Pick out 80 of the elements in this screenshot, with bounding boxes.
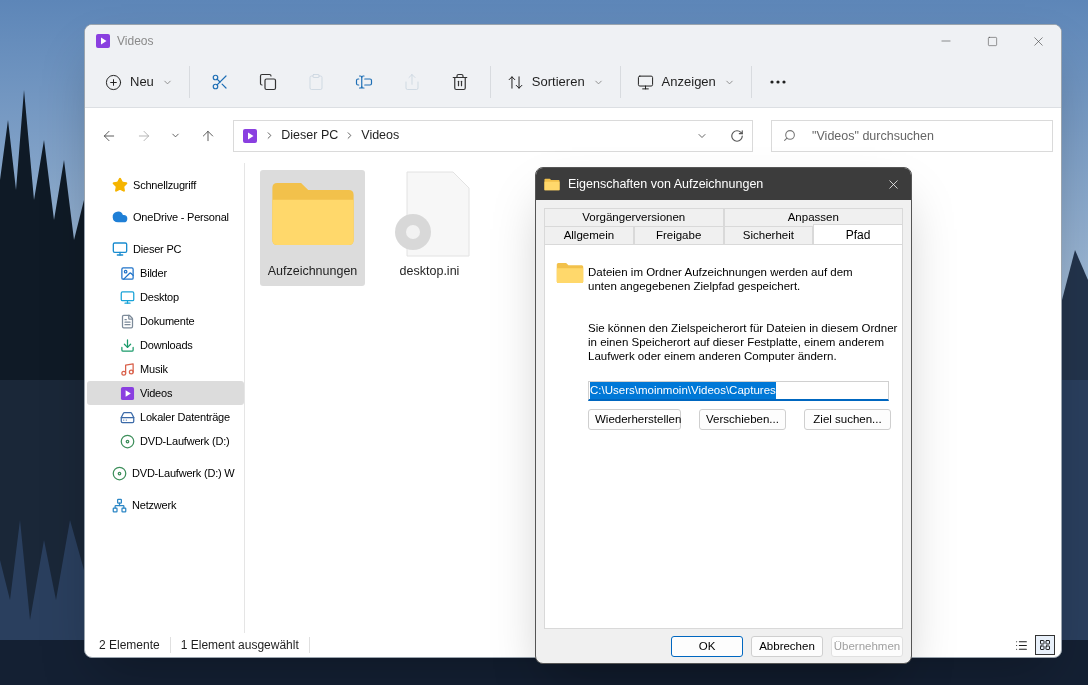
sidebar-label: Dieser PC xyxy=(133,241,182,257)
intro-text: Dateien im Ordner Aufzeichnungen werden auf dem unten angegebenen Zielpfad gespeichert. xyxy=(588,265,854,293)
sidebar-label: DVD-Laufwerk (D:) xyxy=(140,433,230,449)
dialog-button[interactable]: Wiederherstellen xyxy=(588,409,681,430)
sidebar-label: Musik xyxy=(140,361,168,377)
more-icon xyxy=(769,80,786,84)
sidebar-label: Bilder xyxy=(140,265,167,281)
sidebar-label: OneDrive - Personal xyxy=(133,209,229,225)
sort-icon xyxy=(506,73,524,91)
picture-icon xyxy=(120,265,135,281)
sidebar-item[interactable]: Dieser PC xyxy=(87,237,244,261)
sidebar-label: Desktop xyxy=(140,289,179,305)
sidebar-item[interactable]: Schnellzugriff xyxy=(87,173,244,197)
sidebar-item[interactable]: DVD-Laufwerk (D:) xyxy=(87,429,244,453)
sidebar-label: Dokumente xyxy=(140,313,195,329)
file-item[interactable]: desktop.ini xyxy=(377,170,482,286)
view-icon xyxy=(636,73,654,91)
music-icon xyxy=(120,361,135,377)
status-text: 2 Elemente xyxy=(99,637,160,654)
drive-icon xyxy=(120,409,135,425)
sidebar-label: Schnellzugriff xyxy=(133,177,197,193)
disc-icon xyxy=(120,433,135,449)
desktop-icon xyxy=(120,289,135,305)
sidebar-item[interactable]: Videos xyxy=(87,381,244,405)
file-name: Aufzeichnungen xyxy=(267,263,358,280)
folder-icon xyxy=(269,180,356,248)
monitor-icon xyxy=(112,241,128,257)
breadcrumb-item[interactable]: Dieser PC xyxy=(281,126,339,145)
sidebar-item[interactable]: Dokumente xyxy=(87,309,244,333)
breadcrumb-item[interactable]: Videos xyxy=(361,126,400,145)
dialog-tab[interactable]: Vorgängerversionen xyxy=(544,208,724,226)
star-icon xyxy=(112,177,128,193)
sidebar-label: Netzwerk xyxy=(132,497,177,513)
sidebar-item[interactable]: Downloads xyxy=(87,333,244,357)
sidebar-item[interactable]: Bilder xyxy=(87,261,244,285)
file-name: desktop.ini xyxy=(399,263,460,280)
tiles-view-button[interactable] xyxy=(1035,635,1055,655)
window-title: Videos xyxy=(117,33,154,50)
list-icon xyxy=(1014,638,1028,652)
sidebar-item[interactable]: Desktop xyxy=(87,285,244,309)
grid-icon xyxy=(1039,639,1051,651)
sidebar-label: Videos xyxy=(140,385,173,401)
dialog-title: Eigenschaften von Aufzeichnungen xyxy=(568,175,764,193)
network-icon xyxy=(112,497,127,513)
sidebar-item[interactable]: Lokaler Datenträge xyxy=(87,405,244,429)
sidebar-label: DVD-Laufwerk (D:) W xyxy=(132,465,235,481)
folder-icon xyxy=(556,262,584,284)
dialog-tab[interactable]: Sicherheit xyxy=(723,226,814,244)
cloud-icon xyxy=(112,209,128,225)
file-item[interactable]: Aufzeichnungen xyxy=(260,170,365,286)
sidebar-item[interactable]: DVD-Laufwerk (D:) W xyxy=(87,461,244,485)
sidebar-item[interactable]: Musik xyxy=(87,357,244,381)
dialog-tab[interactable]: Anpassen xyxy=(723,208,903,226)
toolbar-button[interactable]: Anzeigen xyxy=(626,64,745,100)
status-text: 1 Element ausgewählt xyxy=(180,637,299,654)
maximize-icon xyxy=(986,35,998,47)
path-field[interactable]: C:\Users\moinmoin\Videos\Captures xyxy=(588,381,889,401)
dialog-button[interactable]: Abbrechen xyxy=(751,636,823,657)
folder-icon xyxy=(544,177,560,191)
sidebar-item[interactable]: Netzwerk xyxy=(87,493,244,517)
document-icon xyxy=(120,313,135,329)
download-icon xyxy=(120,337,135,353)
dialog-button[interactable]: OK xyxy=(671,636,743,657)
dialog-tab[interactable]: Allgemein xyxy=(544,226,634,244)
search-field[interactable]: "Videos" durchsuchen xyxy=(771,119,1053,152)
dialog-button[interactable]: Ziel suchen... xyxy=(804,409,891,430)
description-text: Sie können den Zielspeicherort für Dateien in diesem Ordner in einen Speicherort auf dieser Festplatte, einem anderem Laufwerk oder einem anderen Computer ändern. xyxy=(588,321,899,363)
sidebar-label: Downloads xyxy=(140,337,193,353)
sidebar-label: Lokaler Datenträge xyxy=(140,409,230,425)
disc-icon xyxy=(112,465,127,481)
sidebar-item[interactable]: OneDrive - Personal xyxy=(87,205,244,229)
refresh-icon[interactable] xyxy=(730,128,745,143)
plus-icon xyxy=(105,73,122,91)
toolbar-button[interactable]: Neu xyxy=(95,64,183,100)
dialog-tab[interactable]: Freigabe xyxy=(633,226,724,244)
toolbar-button[interactable]: Sortieren xyxy=(496,64,614,100)
dialog-button[interactable]: Verschieben... xyxy=(699,409,786,430)
search-icon xyxy=(783,128,797,142)
address-bar[interactable]: Dieser PC Videos xyxy=(233,119,754,152)
dialog-tab[interactable]: Pfad xyxy=(813,224,903,244)
